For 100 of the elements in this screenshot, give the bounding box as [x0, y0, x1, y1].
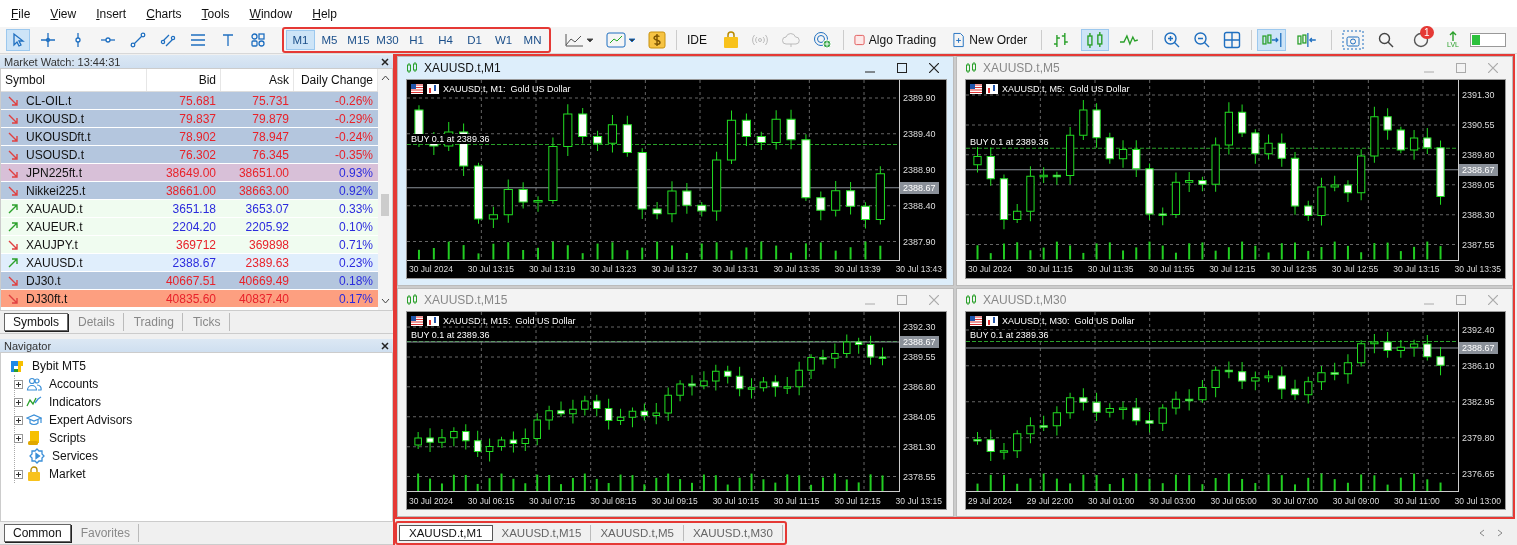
- time-label: 30 Jul 12:35: [1270, 264, 1317, 274]
- price-label: 2387.55: [1462, 240, 1496, 251]
- timeframe-button[interactable]: M5: [315, 30, 344, 50]
- time-label: 30 Jul 13:15: [895, 495, 942, 506]
- time-label: 30 Jul 12:55: [1331, 264, 1379, 274]
- menu-item[interactable]: View: [43, 6, 84, 21]
- order-label: BUY 0.1 at 2389.36: [411, 133, 490, 144]
- symbol-name: UKOUSD.t: [26, 111, 84, 126]
- time-label: 30 Jul 08:15: [590, 495, 637, 506]
- tree-item[interactable]: Market: [26, 465, 86, 483]
- price-label: 2392.30: [903, 321, 937, 332]
- daily-change: 0.10%: [337, 219, 374, 234]
- symbol-row[interactable]: DJ30.t 40667.51 40669.49 0.18%: [1, 272, 378, 290]
- ask-price: 40669.49: [237, 273, 290, 288]
- bid-price: 369712: [174, 237, 217, 252]
- symbol-row[interactable]: UKOUSDft.t 78.902 78.947 -0.24%: [1, 128, 378, 146]
- price-label: 2381.30: [903, 441, 937, 452]
- symbol-row[interactable]: USOUSD.t 76.302 76.345 -0.35%: [1, 146, 378, 164]
- price-label: 2382.95: [1462, 396, 1496, 407]
- symbol-row[interactable]: XAUUSD.t 2388.67 2389.63 0.23%: [1, 254, 378, 272]
- panel-tab[interactable]: Common: [4, 524, 71, 542]
- ask-price: 78.947: [251, 129, 290, 144]
- symbol-row[interactable]: XAUAUD.t 3651.18 3653.07 0.33%: [1, 200, 378, 218]
- timeframe-button[interactable]: H4: [431, 30, 460, 50]
- ask-price: 3653.07: [244, 201, 290, 216]
- symbol-row[interactable]: UKOUSD.t 79.837 79.879 -0.29%: [1, 110, 378, 128]
- timeframe-button[interactable]: H1: [402, 30, 431, 50]
- window-title: XAUUSD.t,M30: [983, 292, 1067, 307]
- ask-price: 2389.63: [244, 255, 290, 270]
- symbol-row[interactable]: CL-OIL.t 75.681 75.731 -0.26%: [1, 92, 378, 110]
- tree-item[interactable]: Services: [29, 447, 98, 465]
- tree-item[interactable]: Bybit MT5: [9, 357, 384, 375]
- price-label: 2388.90: [903, 165, 937, 176]
- time-label: 30 Jul 12:15: [1209, 264, 1256, 274]
- tree-item[interactable]: Indicators: [26, 393, 102, 411]
- time-label: 30 Jul 13:43: [895, 264, 942, 274]
- panel-title: Navigator: [4, 339, 52, 352]
- symbol-name: XAUAUD.t: [26, 201, 83, 216]
- chart-tab[interactable]: XAUUSD.t,M15: [492, 525, 592, 541]
- symbol-row[interactable]: Nikkei225.t 38661.00 38663.00 0.92%: [1, 182, 378, 200]
- tree-item[interactable]: Expert Advisors: [26, 411, 133, 429]
- chart-symbol-label: XAUUSD.t, M30: Gold US Dollar: [1002, 315, 1135, 326]
- column-header[interactable]: Symbol: [1, 69, 147, 91]
- price-label: 2390.55: [1462, 120, 1496, 131]
- price-tag: 2388.67: [900, 182, 939, 195]
- chart-tab[interactable]: XAUUSD.t,M5: [591, 525, 684, 541]
- daily-change: -0.29%: [333, 111, 374, 126]
- chart-symbol-label: XAUUSD.t, M5: Gold US Dollar: [1002, 84, 1130, 94]
- menu-item[interactable]: Tools: [194, 6, 237, 21]
- menu-item[interactable]: Insert: [89, 6, 134, 21]
- time-label: 30 Jul 2024: [968, 264, 1012, 274]
- column-header[interactable]: Ask: [221, 69, 294, 91]
- notification-badge: 1: [1420, 26, 1434, 39]
- menu-item[interactable]: File: [4, 6, 38, 21]
- daily-change: 0.18%: [337, 273, 374, 288]
- timeframe-button[interactable]: MN: [518, 30, 547, 50]
- ask-price: 40837.40: [237, 291, 290, 306]
- bid-price: 78.902: [178, 129, 217, 144]
- time-label: 30 Jul 2024: [409, 264, 453, 274]
- ask-price: 38663.00: [237, 183, 290, 198]
- symbol-row[interactable]: XAUJPY.t 369712 369898 0.71%: [1, 236, 378, 254]
- time-label: 30 Jul 13:15: [467, 264, 515, 274]
- time-label: 30 Jul 01:00: [1088, 495, 1135, 506]
- chart-tab[interactable]: XAUUSD.t,M1: [399, 525, 493, 541]
- tree-item[interactable]: Scripts: [26, 429, 86, 447]
- timeframe-button[interactable]: M30: [373, 30, 402, 50]
- symbol-row[interactable]: JPN225ft.t 38649.00 38651.00 0.93%: [1, 164, 378, 182]
- tree-item[interactable]: Accounts: [26, 375, 99, 393]
- price-label: 2389.90: [903, 93, 937, 104]
- bid-price: 2388.67: [171, 255, 217, 270]
- chart-tab[interactable]: XAUUSD.t,M30: [683, 525, 783, 541]
- symbol-name: JPN225ft.t: [26, 165, 83, 180]
- time-label: 30 Jul 10:15: [712, 495, 759, 506]
- menu-item[interactable]: Help: [305, 6, 344, 21]
- timeframe-button[interactable]: M15: [344, 30, 373, 50]
- ask-price: 79.879: [251, 111, 290, 126]
- timeframe-button[interactable]: M1: [286, 30, 315, 50]
- time-label: 30 Jul 05:00: [1210, 495, 1257, 506]
- panel-tab[interactable]: Symbols: [4, 313, 68, 331]
- time-label: 30 Jul 09:00: [1332, 495, 1380, 506]
- time-label: 30 Jul 11:55: [1148, 264, 1195, 274]
- bid-price: 75.681: [178, 93, 217, 108]
- ask-price: 369898: [247, 237, 290, 252]
- algo-trading-button[interactable]: Algo Trading: [848, 29, 942, 51]
- menu-item[interactable]: Charts: [139, 6, 189, 21]
- ide-button[interactable]: IDE: [682, 29, 712, 51]
- timeframe-button[interactable]: D1: [460, 30, 489, 50]
- bid-price: 40667.51: [164, 273, 217, 288]
- symbol-row[interactable]: DJ30ft.t 40835.60 40837.40 0.17%: [1, 290, 378, 308]
- symbol-name: XAUUSD.t: [26, 255, 83, 270]
- menu-item[interactable]: Window: [242, 6, 300, 21]
- new-order-button[interactable]: New Order: [947, 29, 1033, 51]
- price-label: 2386.80: [903, 381, 937, 392]
- column-header[interactable]: Bid: [147, 69, 221, 91]
- timeframe-button[interactable]: W1: [489, 30, 518, 50]
- window-title: XAUUSD.t,M1: [424, 61, 501, 75]
- time-label: 30 Jul 11:35: [1087, 264, 1134, 274]
- symbol-row[interactable]: XAUEUR.t 2204.20 2205.92 0.10%: [1, 218, 378, 236]
- time-label: 30 Jul 13:35: [1454, 264, 1501, 274]
- daily-change: 0.23%: [337, 255, 374, 270]
